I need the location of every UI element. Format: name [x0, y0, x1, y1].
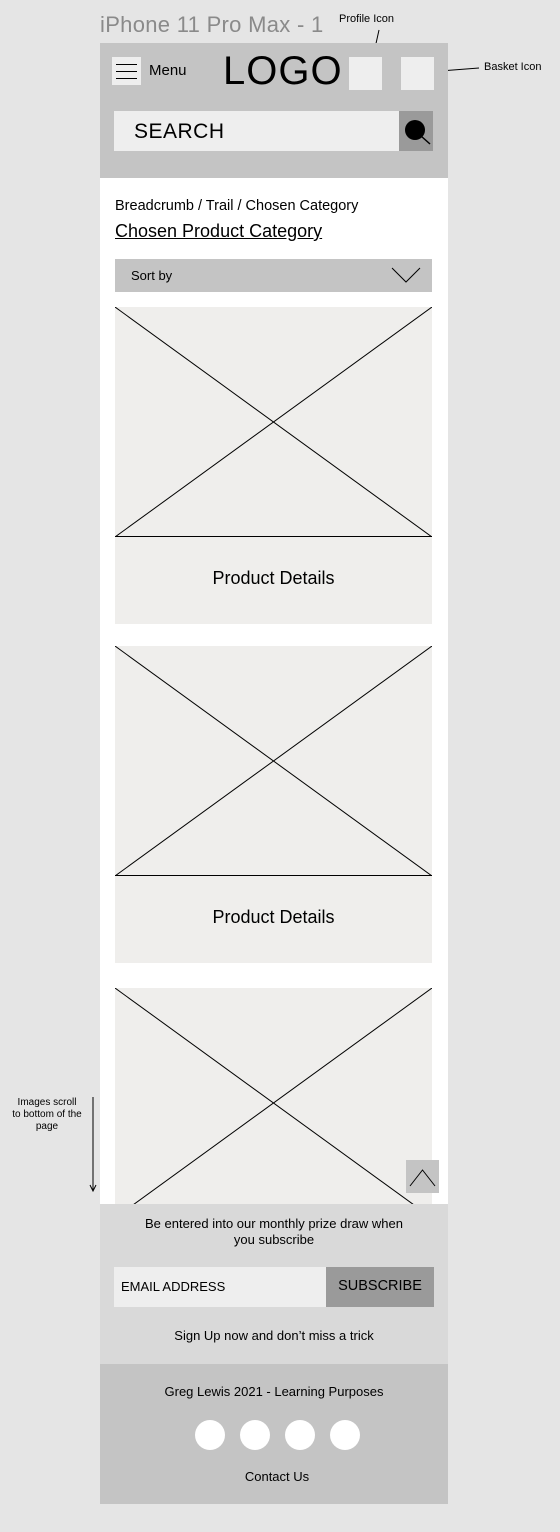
product-card[interactable]	[115, 988, 432, 1204]
product-card[interactable]: Product Details	[115, 646, 432, 963]
menu-label[interactable]: Menu	[149, 62, 187, 79]
subscribe-label: SUBSCRIBE	[338, 1278, 422, 1294]
phone-frame: Menu LOGO SEARCH Breadcrumb / Trail / Ch…	[100, 43, 448, 1504]
logo[interactable]: LOGO	[223, 49, 343, 94]
product-image-placeholder	[115, 307, 432, 537]
newsletter-section: Be entered into our monthly prize draw w…	[100, 1204, 448, 1364]
chevron-up-icon	[409, 1169, 436, 1187]
chevron-down-icon	[391, 267, 421, 283]
hamburger-menu-icon[interactable]	[112, 57, 141, 85]
search-button[interactable]	[399, 111, 433, 151]
product-details: Product Details	[212, 907, 335, 927]
profile-icon[interactable]	[349, 57, 382, 90]
back-to-top-button[interactable]	[406, 1160, 439, 1193]
product-image-placeholder	[115, 646, 432, 876]
newsletter-tagline: Sign Up now and don’t miss a trick	[174, 1328, 374, 1343]
social-icon-2[interactable]	[240, 1420, 270, 1450]
copyright-text: Greg Lewis 2021 - Learning Purposes	[164, 1384, 384, 1399]
subscribe-button[interactable]: SUBSCRIBE	[326, 1267, 434, 1307]
email-field[interactable]: EMAIL ADDRESS	[114, 1267, 326, 1307]
social-icon-4[interactable]	[330, 1420, 360, 1450]
search-placeholder: SEARCH	[134, 120, 225, 143]
email-placeholder: EMAIL ADDRESS	[121, 1279, 226, 1294]
product-image-placeholder	[115, 988, 432, 1204]
product-card[interactable]: Product Details	[115, 307, 432, 624]
product-details: Product Details	[212, 568, 335, 588]
sort-label: Sort by	[131, 268, 173, 283]
contact-link[interactable]: Contact Us	[100, 1469, 448, 1484]
breadcrumb[interactable]: Breadcrumb / Trail / Chosen Category	[115, 198, 358, 214]
basket-icon[interactable]	[401, 57, 434, 90]
page-title: Chosen Product Category	[115, 221, 323, 241]
search-input[interactable]: SEARCH	[114, 111, 399, 151]
sort-dropdown[interactable]: Sort by	[115, 259, 432, 292]
site-header: Menu LOGO SEARCH	[100, 43, 448, 178]
site-footer: Greg Lewis 2021 - Learning Purposes Cont…	[100, 1364, 448, 1504]
social-icon-3[interactable]	[285, 1420, 315, 1450]
search-icon	[405, 120, 431, 145]
social-icon-1[interactable]	[195, 1420, 225, 1450]
newsletter-message: Be entered into our monthly prize draw w…	[145, 1216, 403, 1247]
